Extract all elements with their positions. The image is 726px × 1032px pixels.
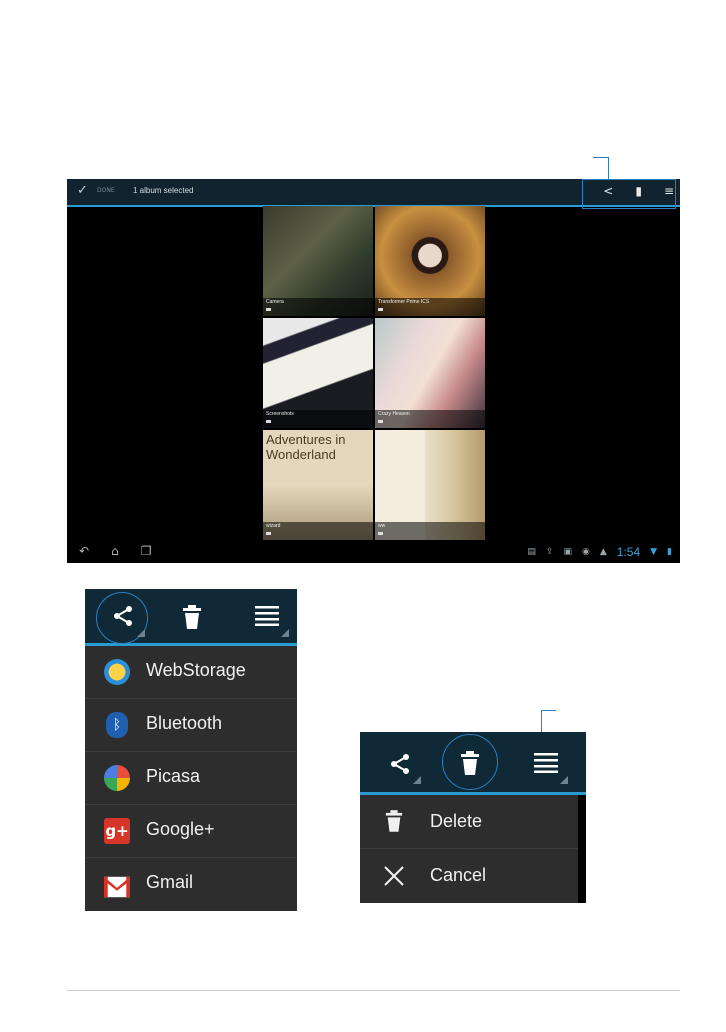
google-plus-icon: g+ bbox=[104, 818, 130, 844]
overflow-menu-icon[interactable] bbox=[534, 753, 558, 773]
album-tile[interactable]: Adventures in Wonderland wizard bbox=[263, 430, 373, 540]
album-tile[interactable]: ww bbox=[375, 430, 485, 540]
album-grid: Camera Transformer Prime ICS Screenshots… bbox=[263, 206, 486, 540]
callout-line-share-toolbar bbox=[593, 157, 609, 180]
status-clock: 1:54 bbox=[616, 545, 641, 559]
share-menu-panel: WebStorage ᛒ Bluetooth Picasa g+ Google+… bbox=[85, 589, 297, 911]
album-name: ww bbox=[378, 523, 386, 529]
share-option-gmail[interactable]: Gmail bbox=[85, 858, 297, 911]
album-tile[interactable]: Screenshots bbox=[263, 318, 373, 428]
share-option-webstorage[interactable]: WebStorage bbox=[85, 646, 297, 699]
tablet-gallery-screenshot: ✓ DONE 1 album selected < ▮ ≡ Camera Tra… bbox=[67, 179, 680, 563]
panel-edge bbox=[578, 795, 586, 903]
picasa-icon bbox=[104, 765, 130, 791]
check-icon[interactable]: ✓ bbox=[77, 183, 88, 198]
warning-icon: ▲ bbox=[599, 547, 607, 557]
album-tile[interactable]: Camera bbox=[263, 206, 373, 316]
notification-icon: ▤ bbox=[527, 547, 536, 557]
share-option-google-plus[interactable]: g+ Google+ bbox=[85, 805, 297, 858]
menu-item-cancel[interactable]: Cancel bbox=[360, 849, 578, 903]
back-icon[interactable]: ↶ bbox=[79, 544, 89, 558]
lock-icon: ▣ bbox=[563, 547, 572, 557]
share-option-label: WebStorage bbox=[146, 660, 246, 680]
share-panel-action-bar bbox=[85, 589, 297, 646]
delete-menu-panel: Delete Cancel bbox=[360, 732, 586, 903]
menu-item-delete[interactable]: Delete bbox=[360, 795, 578, 849]
trash-icon[interactable] bbox=[182, 605, 202, 629]
home-icon[interactable]: ⌂ bbox=[111, 544, 119, 558]
share-icon[interactable] bbox=[111, 604, 135, 628]
wifi-icon: ▼ bbox=[650, 547, 658, 557]
album-name: Screenshots bbox=[266, 411, 294, 417]
folder-icon bbox=[266, 532, 271, 535]
close-icon bbox=[384, 866, 404, 886]
share-option-bluetooth[interactable]: ᛒ Bluetooth bbox=[85, 699, 297, 752]
album-name: Transformer Prime ICS bbox=[378, 299, 430, 305]
menu-item-label: Delete bbox=[430, 811, 483, 831]
album-cover-text: Adventures in Wonderland bbox=[266, 432, 346, 462]
share-option-picasa[interactable]: Picasa bbox=[85, 752, 297, 805]
album-tile[interactable]: Crazy Heaven bbox=[375, 318, 485, 428]
album-name: wizard bbox=[266, 523, 281, 529]
trash-icon[interactable] bbox=[460, 751, 480, 775]
menu-item-label: Cancel bbox=[430, 865, 487, 885]
album-name: Crazy Heaven bbox=[378, 411, 410, 417]
folder-icon bbox=[378, 420, 383, 423]
overflow-menu-icon[interactable] bbox=[255, 606, 279, 626]
share-option-label: Bluetooth bbox=[146, 713, 223, 733]
folder-icon bbox=[378, 308, 383, 311]
webstorage-icon bbox=[104, 659, 130, 685]
share-option-label: Google+ bbox=[146, 819, 215, 839]
toolbar-highlight-box bbox=[582, 179, 676, 209]
bluetooth-icon: ᛒ bbox=[106, 712, 128, 738]
done-button[interactable]: DONE bbox=[97, 187, 115, 194]
recent-apps-icon[interactable]: ❐ bbox=[141, 544, 152, 558]
trash-icon bbox=[385, 810, 403, 832]
selection-count-label[interactable]: 1 album selected bbox=[133, 186, 193, 195]
share-option-label: Picasa bbox=[146, 766, 201, 786]
battery-icon: ▮ bbox=[667, 547, 672, 557]
delete-panel-action-bar bbox=[360, 732, 586, 795]
share-option-label: Gmail bbox=[146, 872, 194, 892]
album-name: Camera bbox=[266, 299, 284, 305]
folder-icon bbox=[378, 532, 383, 535]
headset-icon: ◉ bbox=[581, 547, 590, 557]
folder-icon bbox=[266, 308, 271, 311]
system-navigation-bar: ↶ ⌂ ❐ ▤ ⇪ ▣ ◉ ▲ 1:54 ▼ ▮ bbox=[67, 541, 680, 563]
upload-icon: ⇪ bbox=[545, 547, 554, 557]
footer-divider bbox=[67, 990, 680, 991]
folder-icon bbox=[266, 420, 271, 423]
gmail-icon bbox=[104, 876, 130, 898]
delete-options-menu: Delete Cancel bbox=[360, 795, 578, 903]
album-tile[interactable]: Transformer Prime ICS bbox=[375, 206, 485, 316]
share-icon[interactable] bbox=[388, 752, 412, 776]
